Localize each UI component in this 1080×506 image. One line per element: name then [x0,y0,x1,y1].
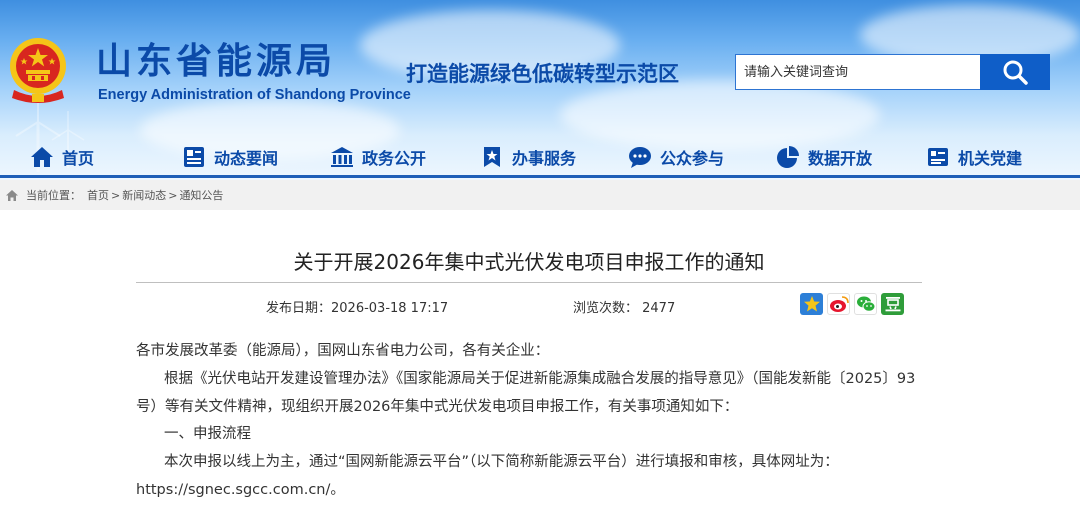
weibo-icon[interactable] [827,293,850,315]
title-divider [136,282,922,283]
nav-item-participation[interactable]: 公众参与 [628,140,724,174]
breadcrumb: 当前位置： 首页 > 新闻动态 > 通知公告 [0,180,1080,210]
article-paragraph: 号）等有关文件精神，现组织开展2026年集中式光伏发电项目申报工作，有关事项通知… [136,399,739,415]
qzone-icon[interactable] [800,293,823,315]
nav-item-service[interactable]: 办事服务 [480,140,576,174]
search-icon [1003,60,1028,85]
nav-item-data[interactable]: 数据开放 [776,140,872,174]
nav-item-label: 机关党建 [958,149,1023,168]
site-title: 山东省能源局 [96,41,337,82]
douban-glyph [885,297,900,312]
breadcrumb-separator: > [168,188,178,202]
breadcrumb-link-news[interactable]: 新闻动态 [122,187,166,203]
nav-item-label: 首页 [62,149,95,168]
party-icon [928,148,948,166]
nav-item-government[interactable]: 政务公开 [330,140,426,174]
section-heading: 一、申报流程 [164,426,251,442]
location-home-icon [6,189,18,201]
search-button[interactable] [980,54,1050,90]
site-slogan: 打造能源绿色低碳转型示范区 [406,62,679,86]
article-title: 关于开展2026年集中式光伏发电项目申报工作的通知 [293,250,765,274]
national-emblem-icon [10,38,66,103]
breadcrumb-prefix: 当前位置： [26,189,81,202]
douban-icon[interactable] [881,293,904,315]
nav-item-news[interactable]: 动态要闻 [182,140,278,174]
weibo-glyph [829,296,849,312]
nav-item-party[interactable]: 机关党建 [926,140,1022,174]
chat-icon [629,147,651,168]
breadcrumb-link-home[interactable]: 首页 [87,187,109,203]
home-icon [31,147,53,167]
nav-item-label: 公众参与 [660,149,725,168]
article-paragraph: 根据《光伏电站开发建设管理办法》《国家能源局关于促进新能源集成融合发展的指导意见… [164,371,916,387]
breadcrumb-link-notices[interactable]: 通知公告 [179,187,223,203]
article-paragraph: 本次申报以线上为主，通过“国网新能源云平台”（以下简称新能源云平台）进行填报和审… [164,454,839,470]
breadcrumb-separator: > [111,188,121,202]
government-icon [331,147,353,167]
publish-date: 发布日期：2026-03-18 17:17 [266,301,449,316]
pie-chart-icon [777,146,799,168]
site-header: 山东省能源局 Energy Administration of Shandong… [0,0,1080,180]
search-input[interactable] [735,54,981,90]
article-link-text[interactable]: https://sgnec.sgcc.com.cn/。 [136,479,345,501]
site-subtitle: Energy Administration of Shandong Provin… [98,87,411,103]
nav-item-label: 办事服务 [512,149,577,168]
wechat-icon[interactable] [854,293,877,315]
nav-item-home[interactable]: 首页 [30,140,94,174]
news-icon [184,147,204,167]
nav-divider [0,175,1080,178]
nav-item-label: 动态要闻 [214,149,279,168]
wechat-glyph [856,296,875,312]
nav-item-label: 数据开放 [808,149,873,168]
service-icon [484,147,500,167]
share-bar [800,293,904,315]
view-count: 浏览次数： 2477 [573,301,676,316]
article-paragraph: 各市发展改革委（能源局），国网山东省电力公司，各有关企业： [136,343,550,359]
qzone-star-glyph [803,296,820,312]
main-nav: 首页 动态要闻 政务公开 办事服务 公众参与 数据开放 机关党建 [0,140,1080,176]
nav-item-label: 政务公开 [362,149,427,168]
